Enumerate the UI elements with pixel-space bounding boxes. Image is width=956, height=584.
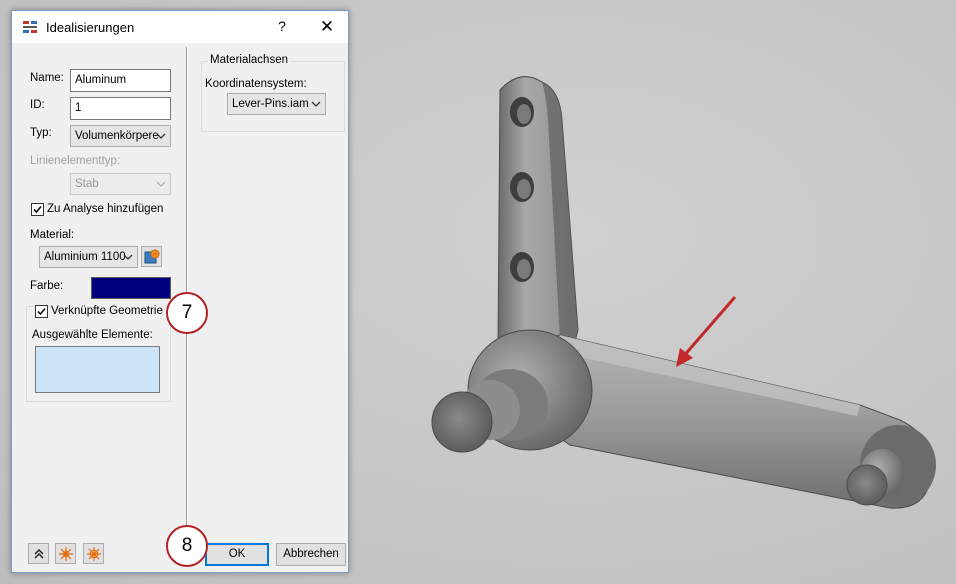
settings-button-a[interactable]	[55, 543, 76, 564]
material-dropdown-value: Aluminium 1100	[44, 251, 126, 263]
chevron-down-icon	[156, 133, 166, 139]
pane-divider	[186, 47, 187, 527]
coordinate-system-dropdown[interactable]: Lever-Pins.iam	[227, 93, 326, 115]
type-dropdown[interactable]: Volumenkörpere	[70, 125, 171, 147]
color-swatch[interactable]	[91, 277, 171, 299]
name-field[interactable]: Aluminum	[70, 69, 171, 92]
idealizations-dialog: Idealisierungen ? ✕ Name: Aluminum ID: 1…	[11, 10, 349, 573]
cancel-button[interactable]: Abbrechen	[276, 543, 346, 566]
step-8-callout: 8	[166, 525, 208, 567]
dialog-title: Idealisierungen	[46, 20, 135, 35]
type-dropdown-value: Volumenkörpere	[75, 130, 159, 142]
chevron-down-icon	[311, 101, 321, 107]
coordinate-system-label: Koordinatensystem:	[205, 78, 307, 90]
selected-elements-box[interactable]	[35, 346, 160, 393]
color-label: Farbe:	[30, 280, 64, 292]
line-element-type-dropdown: Stab	[70, 173, 171, 195]
material-label: Material:	[30, 229, 75, 241]
material-axes-pane: Materialachsen Koordinatensystem: Lever-…	[188, 43, 348, 528]
add-to-analysis-checkbox[interactable]	[31, 203, 44, 216]
line-element-type-label: Linienelementtyp:	[30, 155, 121, 167]
step-7-callout: 7	[166, 292, 208, 334]
starburst-icon	[87, 547, 101, 561]
chevron-down-icon	[156, 181, 166, 187]
id-label: ID:	[30, 99, 45, 111]
idealization-icon	[23, 21, 37, 33]
material-browser-icon	[144, 249, 160, 264]
line-element-type-value: Stab	[75, 178, 99, 190]
add-to-analysis-label: Zu Analyse hinzufügen	[47, 203, 164, 215]
id-field[interactable]: 1	[70, 97, 171, 120]
collapse-button[interactable]	[28, 543, 49, 564]
material-browser-button[interactable]	[141, 246, 162, 267]
close-button[interactable]: ✕	[314, 16, 340, 38]
linked-geometry-label: Verknüpfte Geometrie	[51, 305, 165, 317]
material-axes-title: Materialachsen	[208, 54, 290, 66]
lever-part-model[interactable]	[420, 60, 950, 530]
properties-pane: Name: Aluminum ID: 1 Typ: Volumenkörpere…	[12, 43, 186, 528]
selected-elements-label: Ausgewählte Elemente:	[32, 329, 153, 341]
checkmark-icon	[33, 205, 42, 214]
dialog-titlebar[interactable]: Idealisierungen ? ✕	[12, 11, 348, 43]
checkmark-icon	[37, 307, 46, 316]
material-dropdown[interactable]: Aluminium 1100	[39, 246, 138, 268]
type-label: Typ:	[30, 127, 52, 139]
starburst-icon	[59, 547, 73, 561]
settings-button-b[interactable]	[83, 543, 104, 564]
help-button[interactable]: ?	[270, 18, 294, 36]
ok-button[interactable]: OK	[205, 543, 269, 566]
double-chevron-up-icon	[34, 548, 44, 559]
chevron-down-icon	[123, 254, 133, 260]
coordinate-system-value: Lever-Pins.iam	[232, 98, 309, 110]
linked-geometry-checkbox[interactable]	[35, 305, 48, 318]
name-label: Name:	[30, 72, 64, 84]
